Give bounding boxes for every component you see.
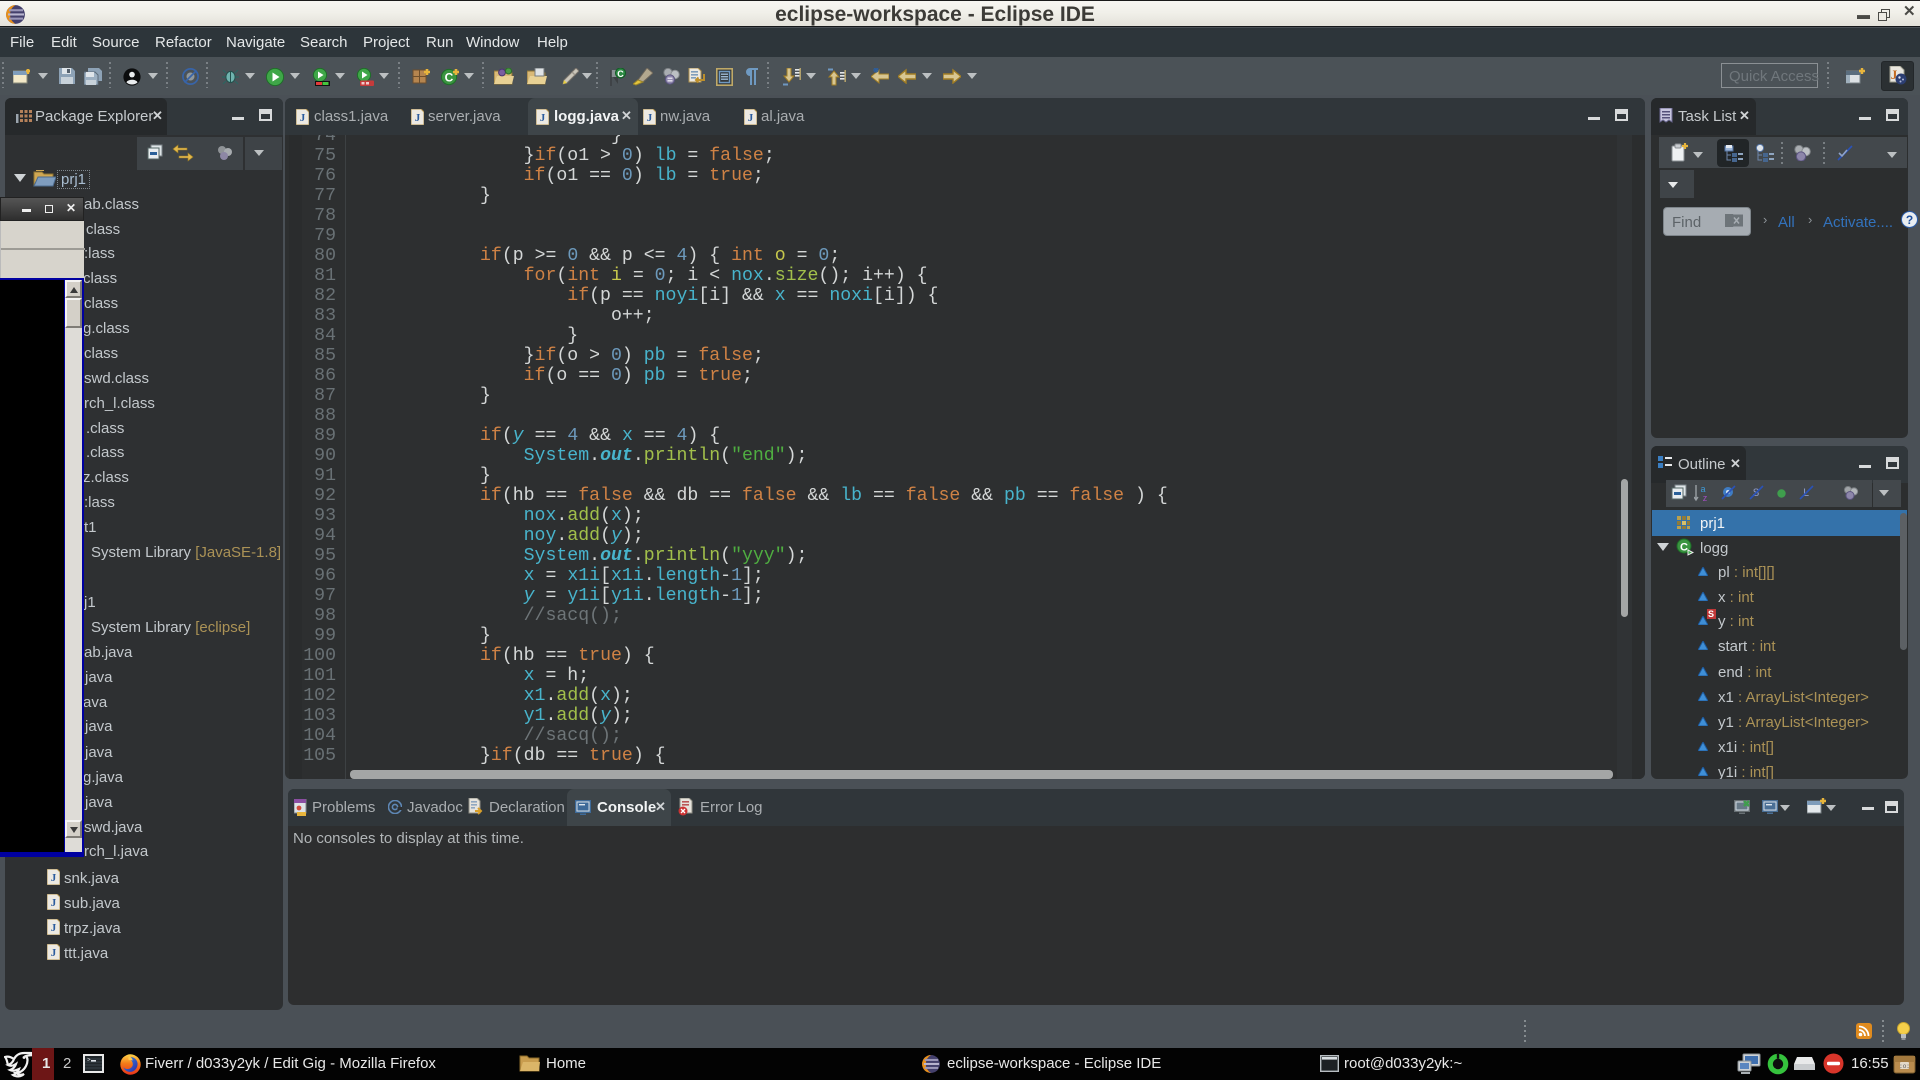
- svg-text:J: J: [300, 112, 306, 124]
- svg-text:J: J: [51, 872, 57, 884]
- svg-text:J: J: [540, 112, 546, 124]
- svg-text:C: C: [445, 71, 454, 85]
- svg-text:J: J: [51, 947, 57, 959]
- svg-text::o:: :o:: [1899, 1063, 1910, 1070]
- svg-text:J: J: [748, 112, 754, 124]
- svg-text:>: >: [87, 1057, 91, 1064]
- svg-text:J: J: [51, 897, 57, 909]
- svg-text:C: C: [617, 69, 624, 79]
- svg-text:J: J: [51, 922, 57, 934]
- svg-text:?: ?: [1906, 213, 1913, 227]
- svg-text:J: J: [415, 112, 421, 124]
- svg-text:J: J: [647, 112, 653, 124]
